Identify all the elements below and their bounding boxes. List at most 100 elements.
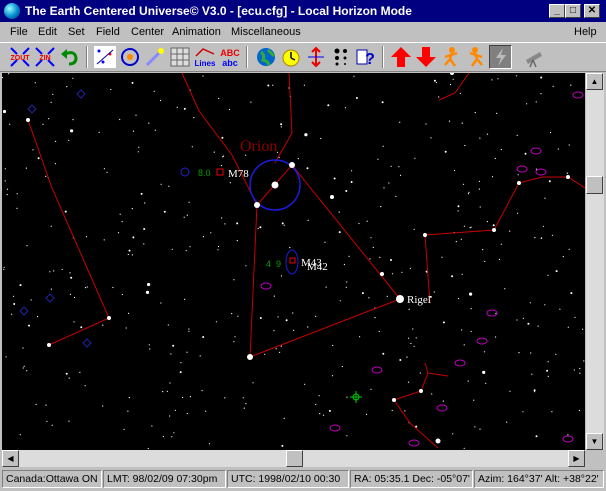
magnitude-button[interactable] bbox=[329, 45, 352, 69]
walk-backward-button[interactable] bbox=[439, 45, 462, 69]
star bbox=[132, 236, 135, 239]
scroll-left-button[interactable]: ◀ bbox=[2, 450, 19, 467]
walk-forward-button[interactable] bbox=[464, 45, 487, 69]
constellation-line bbox=[181, 73, 233, 156]
sky-canvas[interactable]: Orion 8.0 M78 4 9 M43 M42 Rigel bbox=[2, 73, 585, 450]
m78-marker[interactable] bbox=[216, 168, 224, 176]
zoom-out-button[interactable]: ZOUT bbox=[8, 45, 31, 69]
star bbox=[549, 131, 552, 134]
menu-field[interactable]: Field bbox=[96, 26, 120, 38]
move-up-button[interactable] bbox=[389, 45, 412, 69]
star bbox=[406, 356, 408, 358]
planet-marker[interactable] bbox=[350, 391, 362, 403]
menu-edit[interactable]: Edit bbox=[38, 26, 57, 38]
star bbox=[229, 182, 231, 184]
star bbox=[42, 123, 44, 125]
vertical-scroll-thumb[interactable] bbox=[586, 176, 603, 194]
star bbox=[5, 356, 7, 358]
star bbox=[6, 194, 8, 196]
info-button[interactable]: ? bbox=[354, 45, 377, 69]
star bbox=[80, 326, 83, 329]
star bbox=[103, 168, 105, 170]
menu-animation[interactable]: Animation bbox=[172, 26, 221, 38]
maximize-button[interactable]: □ bbox=[565, 4, 581, 18]
star bbox=[457, 205, 460, 208]
constellation-line bbox=[393, 399, 439, 449]
altitude-button[interactable] bbox=[304, 45, 327, 69]
star bbox=[457, 210, 459, 212]
star bbox=[315, 403, 317, 406]
cluster-marker bbox=[76, 89, 86, 99]
horizontal-scroll-thumb[interactable] bbox=[286, 450, 303, 467]
star bbox=[123, 428, 125, 430]
show-stars-button[interactable] bbox=[93, 45, 116, 69]
scroll-right-button[interactable]: ▶ bbox=[568, 450, 585, 467]
scroll-up-button[interactable]: ▲ bbox=[586, 73, 603, 90]
star bbox=[444, 150, 447, 153]
orbit-button[interactable] bbox=[118, 45, 141, 69]
labels-button[interactable]: ABC abc bbox=[218, 45, 241, 69]
star bbox=[250, 101, 252, 103]
clock-button[interactable] bbox=[279, 45, 302, 69]
m42-nebula[interactable] bbox=[285, 249, 299, 275]
earth-app-icon[interactable] bbox=[4, 3, 20, 19]
star bbox=[494, 157, 496, 160]
undo-button[interactable] bbox=[58, 45, 81, 69]
telescope-button[interactable] bbox=[522, 45, 545, 69]
star bbox=[103, 239, 105, 241]
title-bar: The Earth Centered Universe© V3.0 - [ecu… bbox=[0, 0, 606, 22]
star bbox=[535, 101, 537, 103]
minimize-button[interactable]: _ bbox=[549, 4, 565, 18]
star bbox=[433, 79, 436, 82]
toolbar: ZOUT ZIN Lines ABC abc ? bbox=[0, 42, 606, 72]
star bbox=[479, 428, 481, 430]
window-title: The Earth Centered Universe© V3.0 - [ecu… bbox=[25, 4, 412, 18]
horizontal-scrollbar[interactable]: ◀ ▶ bbox=[2, 450, 585, 467]
rigel-star[interactable] bbox=[396, 295, 404, 303]
star bbox=[497, 78, 499, 80]
comet-button[interactable] bbox=[143, 45, 166, 69]
star bbox=[173, 432, 175, 434]
star bbox=[470, 308, 472, 310]
star bbox=[280, 275, 283, 277]
star bbox=[382, 352, 385, 355]
constellation-lines-button[interactable]: Lines bbox=[193, 45, 216, 69]
menu-center[interactable]: Center bbox=[131, 26, 164, 38]
star bbox=[186, 214, 188, 216]
zoom-in-button[interactable]: ZIN bbox=[33, 45, 56, 69]
menu-set[interactable]: Set bbox=[68, 26, 85, 38]
move-down-button[interactable] bbox=[414, 45, 437, 69]
menu-file[interactable]: File bbox=[10, 26, 28, 38]
star bbox=[224, 223, 226, 225]
star bbox=[469, 227, 471, 229]
menu-miscellaneous[interactable]: Miscellaneous bbox=[231, 26, 301, 38]
star bbox=[568, 248, 570, 250]
sky-chart[interactable]: Orion 8.0 M78 4 9 M43 M42 Rigel bbox=[2, 73, 585, 450]
star bbox=[69, 293, 71, 295]
animate-button[interactable] bbox=[489, 45, 512, 69]
scroll-down-button[interactable]: ▼ bbox=[586, 433, 603, 450]
earth-button[interactable] bbox=[254, 45, 277, 69]
star bbox=[509, 390, 511, 392]
lightning-icon bbox=[496, 48, 506, 66]
star bbox=[183, 107, 186, 110]
star bbox=[292, 312, 294, 314]
vertical-scrollbar[interactable]: ▲ ▼ bbox=[586, 73, 604, 450]
dots-icon bbox=[334, 48, 347, 66]
galaxy-ellipse bbox=[486, 309, 498, 317]
labels-icon: ABC abc bbox=[220, 48, 240, 68]
star bbox=[37, 157, 40, 160]
star bbox=[193, 117, 195, 119]
galaxy-ellipse bbox=[408, 439, 420, 447]
close-button[interactable]: ✕ bbox=[584, 4, 600, 18]
star bbox=[482, 370, 486, 374]
menu-help[interactable]: Help bbox=[574, 26, 597, 38]
star bbox=[4, 180, 6, 182]
star bbox=[410, 342, 412, 345]
star bbox=[583, 360, 585, 362]
grid-button[interactable] bbox=[168, 45, 191, 69]
star bbox=[159, 99, 162, 102]
star bbox=[121, 221, 123, 223]
star bbox=[423, 233, 427, 237]
orbit-icon bbox=[120, 48, 139, 66]
